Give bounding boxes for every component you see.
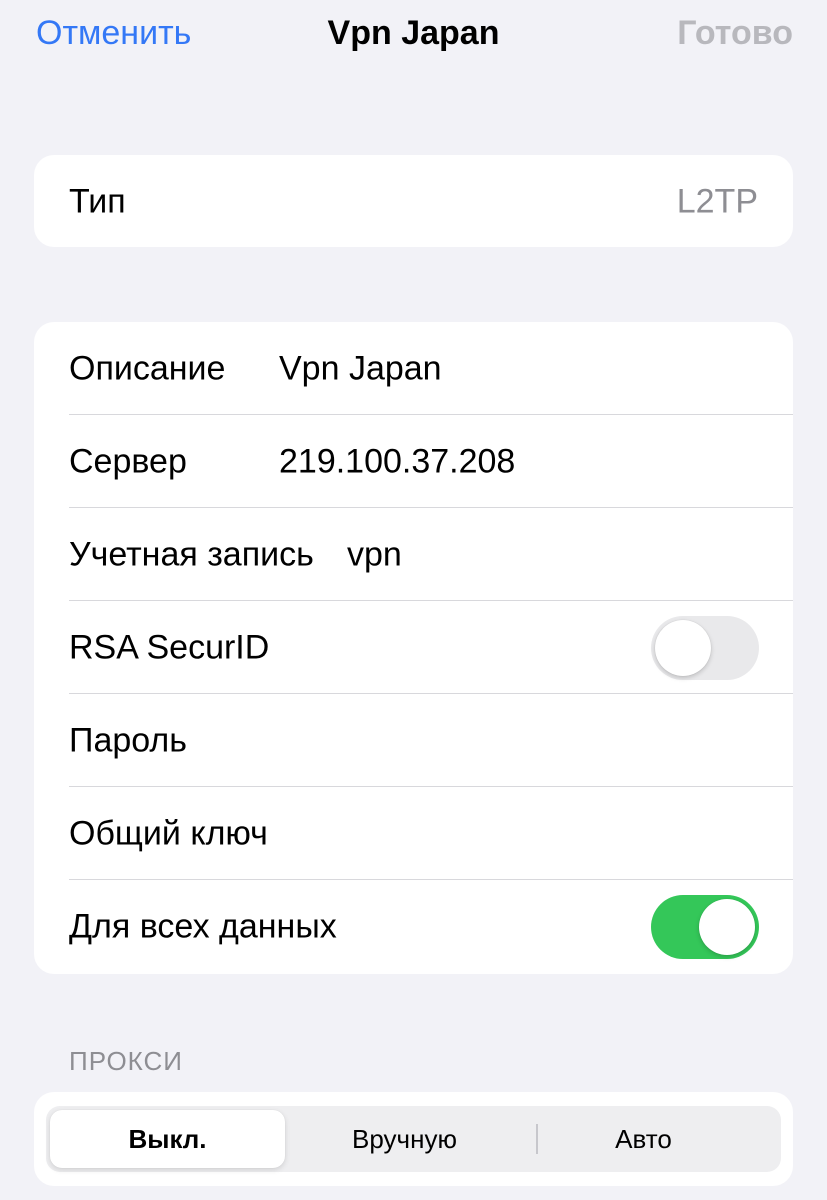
proxy-option-auto[interactable]: Авто [524,1106,763,1172]
proxy-option-manual[interactable]: Вручную [285,1106,524,1172]
navigation-bar: Отменить Vpn Japan Готово [0,0,827,75]
vpn-settings-card: Описание Vpn Japan Сервер 219.100.37.208… [34,322,793,974]
toggle-knob [655,619,711,676]
vpn-type-card: Тип L2TP [34,155,793,247]
send-all-traffic-toggle[interactable] [651,894,759,959]
description-label: Описание [69,349,226,387]
password-label: Пароль [69,721,187,759]
done-button[interactable]: Готово [677,14,793,53]
shared-key-label: Общий ключ [69,814,268,852]
description-field[interactable]: Vpn Japan [279,349,442,388]
description-row: Описание Vpn Japan [34,322,793,415]
password-row: Пароль [34,694,793,787]
proxy-card: Выкл. Вручную Авто [34,1092,793,1186]
account-label: Учетная запись [69,535,314,573]
proxy-segmented-control: Выкл. Вручную Авто [46,1106,781,1172]
proxy-option-off[interactable]: Выкл. [50,1110,285,1168]
account-field[interactable]: vpn [347,535,402,574]
proxy-section-header: ПРОКСИ [69,1046,183,1076]
rsa-securid-label: RSA SecurID [69,628,270,666]
server-label: Сервер [69,442,187,480]
toggle-knob [699,898,755,955]
server-row: Сервер 219.100.37.208 [34,415,793,508]
send-all-traffic-label: Для всех данных [69,907,337,945]
rsa-securid-row: RSA SecurID [34,601,793,694]
rsa-securid-toggle[interactable] [651,615,759,680]
vpn-type-label: Тип [69,182,126,220]
server-field[interactable]: 219.100.37.208 [279,442,515,481]
account-row: Учетная запись vpn [34,508,793,601]
vpn-type-value: L2TP [676,182,758,220]
send-all-traffic-row: Для всех данных [34,880,793,973]
vpn-type-row[interactable]: Тип L2TP [34,155,793,247]
shared-key-row: Общий ключ [34,787,793,880]
